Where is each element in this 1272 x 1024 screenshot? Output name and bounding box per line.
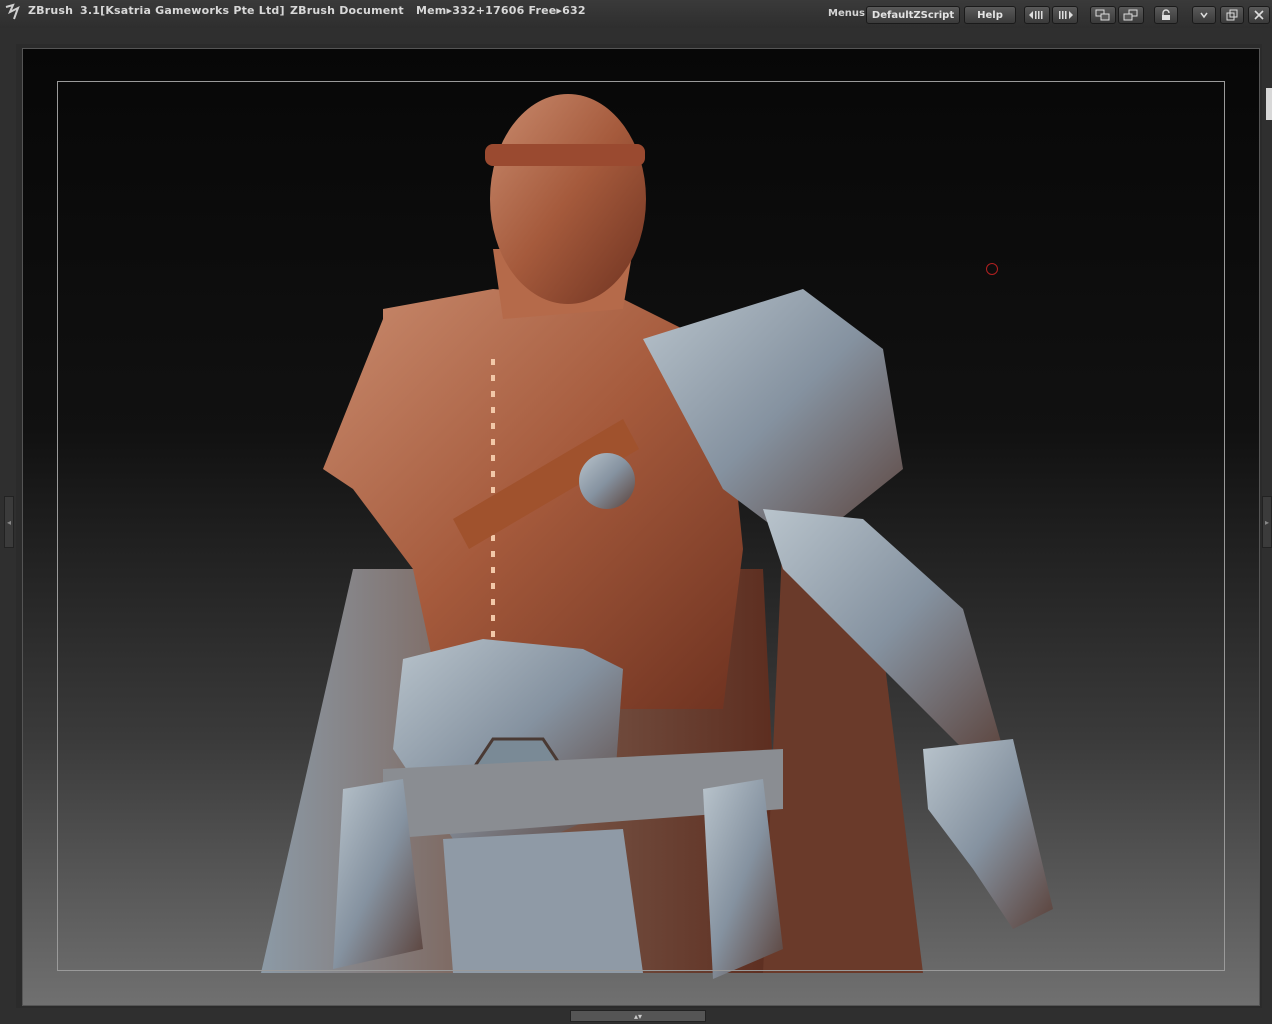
restore-icon[interactable]	[1220, 6, 1244, 24]
scroll-left-icon[interactable]	[1024, 6, 1050, 24]
menus-toggle[interactable]: Menus	[828, 8, 865, 19]
document-name: ZBrush Document	[290, 4, 404, 17]
app-version: 3.1[Ksatria Gameworks Pte Ltd]	[80, 4, 285, 17]
scroll-right-icon[interactable]	[1052, 6, 1078, 24]
left-tray-toggle-icon[interactable]: ◂	[4, 496, 14, 548]
document-canvas[interactable]	[22, 48, 1260, 1006]
zbrush-logo-icon	[5, 3, 20, 20]
close-icon[interactable]	[1248, 6, 1270, 24]
brush-cursor-icon	[986, 263, 998, 275]
default-zscript-button[interactable]: DefaultZScript	[866, 6, 960, 24]
minimize-icon[interactable]	[1192, 6, 1216, 24]
document-boundary	[57, 81, 1225, 971]
title-bar: ZBrush 3.1[Ksatria Gameworks Pte Ltd] ZB…	[0, 0, 1272, 28]
layout-alt-icon[interactable]	[1118, 6, 1144, 24]
right-scrollbar-thumb[interactable]	[1266, 88, 1272, 120]
right-tray-toggle-icon[interactable]: ▸	[1262, 496, 1272, 548]
layout-icon[interactable]	[1090, 6, 1116, 24]
bottom-tray-handle-icon[interactable]: ▴▾	[570, 1010, 706, 1022]
memory-readout: Mem▸332+17606 Free▸632	[416, 4, 586, 17]
top-shelf	[0, 28, 1272, 44]
help-button[interactable]: Help	[964, 6, 1016, 24]
lock-icon[interactable]	[1154, 6, 1178, 24]
app-name: ZBrush	[28, 4, 74, 17]
